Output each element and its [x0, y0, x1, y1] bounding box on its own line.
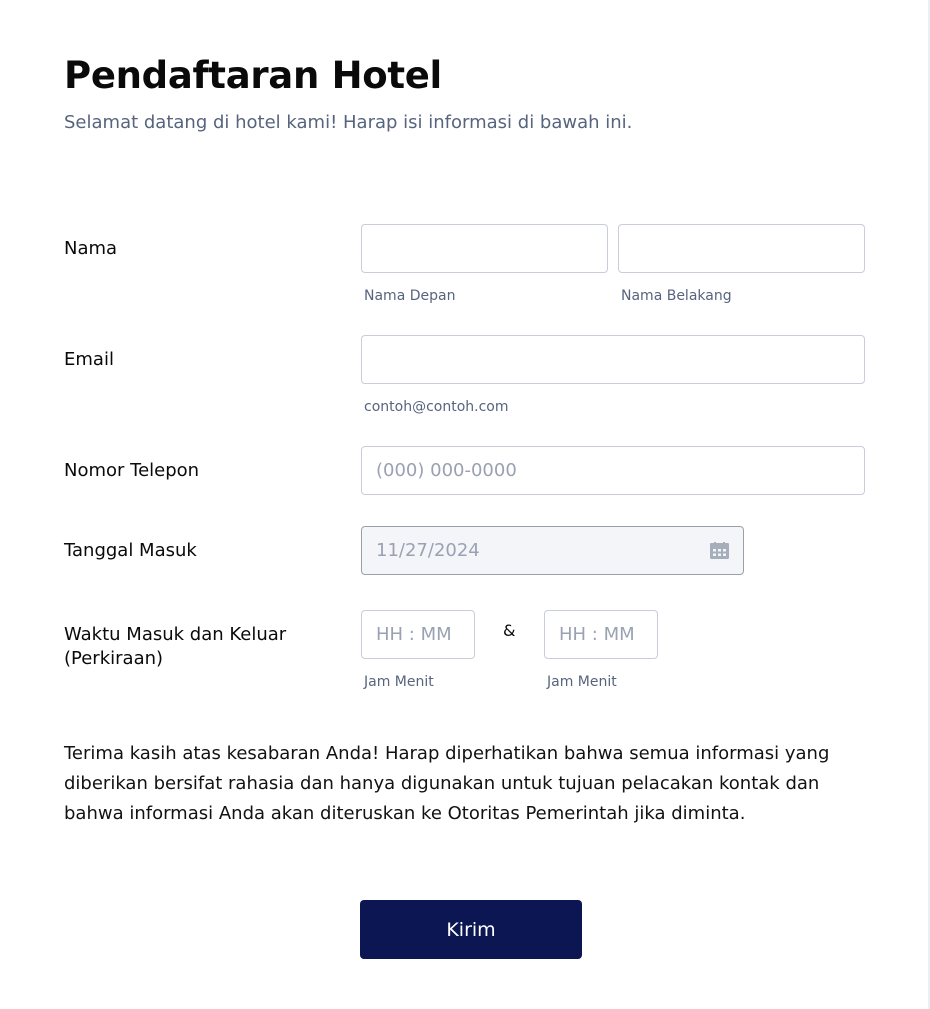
page-title: Pendaftaran Hotel — [64, 54, 442, 97]
checkin-date-value: 11/27/2024 — [376, 540, 480, 561]
time-label-line2: (Perkiraan) — [64, 648, 164, 669]
checkin-date-input[interactable]: 11/27/2024 — [361, 526, 744, 575]
checkin-time-sublabel: Jam Menit — [364, 674, 434, 690]
privacy-notice: Terima kasih atas kesabaran Anda! Harap … — [64, 743, 830, 824]
calendar-icon[interactable] — [710, 542, 729, 559]
time-separator: & — [503, 621, 516, 640]
checkout-time-input[interactable]: HH : MM — [544, 610, 658, 659]
first-name-sublabel: Nama Depan — [364, 288, 456, 304]
email-input[interactable] — [361, 335, 865, 384]
checkin-date-label: Tanggal Masuk — [64, 540, 197, 561]
submit-button[interactable]: Kirim — [360, 900, 582, 959]
phone-placeholder: (000) 000-0000 — [376, 460, 517, 481]
checkin-time-input[interactable]: HH : MM — [361, 610, 475, 659]
time-label-line1: Waktu Masuk dan Keluar — [64, 624, 287, 645]
phone-input[interactable]: (000) 000-0000 — [361, 446, 865, 495]
name-label: Nama — [64, 238, 118, 259]
checkout-time-sublabel: Jam Menit — [547, 674, 617, 690]
phone-label: Nomor Telepon — [64, 460, 200, 481]
page-subtitle: Selamat datang di hotel kami! Harap isi … — [64, 112, 633, 133]
email-label: Email — [64, 349, 114, 370]
last-name-sublabel: Nama Belakang — [621, 288, 732, 304]
registration-page: Pendaftaran Hotel Selamat datang di hote… — [0, 0, 930, 1009]
checkin-checkout-time-label: Waktu Masuk dan Keluar (Perkiraan) — [64, 623, 286, 671]
checkout-time-placeholder: HH : MM — [559, 624, 635, 645]
last-name-input[interactable] — [618, 224, 865, 273]
email-sublabel: contoh@contoh.com — [364, 399, 509, 415]
checkin-time-placeholder: HH : MM — [376, 624, 452, 645]
first-name-input[interactable] — [361, 224, 608, 273]
